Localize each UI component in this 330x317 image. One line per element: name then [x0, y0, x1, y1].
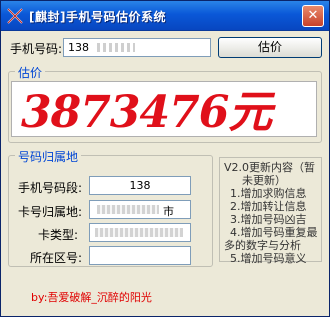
- phone-number-label: 手机号码:: [10, 42, 63, 56]
- segment-label: 手机号码段:: [18, 181, 83, 195]
- main-window: [麒封]手机号码估价系统 ✕ 手机号码: 估价 估价 3873476元 号码归属…: [0, 0, 330, 317]
- update-item: 多的数字与分析: [224, 239, 301, 252]
- update-title-line1: V2.0更新内容（暂: [224, 161, 316, 174]
- close-button[interactable]: ✕: [302, 5, 324, 27]
- location-label: 卡号归属地:: [18, 205, 83, 219]
- update-notes-panel[interactable]: V2.0更新内容（暂 未更新） 1.增加求购信息 2.增加转让信息 3.增加号码…: [219, 157, 322, 265]
- redacted-digits: [97, 43, 135, 52]
- update-item: 2.增加转让信息: [230, 200, 307, 213]
- price-value: 3873476元: [21, 87, 272, 138]
- author-credit: by:吾爱破解_沉醉的阳光: [31, 291, 152, 304]
- card-type-label: 卡类型:: [38, 228, 79, 242]
- crossed-swords-icon: [7, 8, 23, 24]
- estimate-button[interactable]: 估价: [218, 37, 322, 58]
- update-item: 5.增加号码意义: [230, 252, 307, 265]
- segment-value: 138: [129, 179, 151, 192]
- redacted-card-type: [95, 228, 183, 237]
- location-value: 市: [163, 205, 174, 218]
- update-item: 4.增加号码重复最: [230, 226, 318, 239]
- area-code-field: [89, 246, 191, 265]
- phone-number-input[interactable]: [63, 38, 211, 57]
- close-icon: ✕: [307, 8, 319, 23]
- redacted-location: [97, 205, 159, 214]
- title-bar[interactable]: [麒封]手机号码估价系统 ✕: [1, 1, 329, 31]
- segment-field: 138: [89, 176, 191, 195]
- update-title-line2: 未更新）: [242, 174, 286, 187]
- attribution-group-title: 号码归属地: [15, 148, 82, 165]
- update-item: 1.增加求购信息: [230, 187, 307, 200]
- window-title: [麒封]手机号码估价系统: [29, 10, 166, 24]
- update-item: 3.增加号码凶吉: [230, 213, 307, 226]
- area-code-label: 所在区号:: [30, 251, 83, 265]
